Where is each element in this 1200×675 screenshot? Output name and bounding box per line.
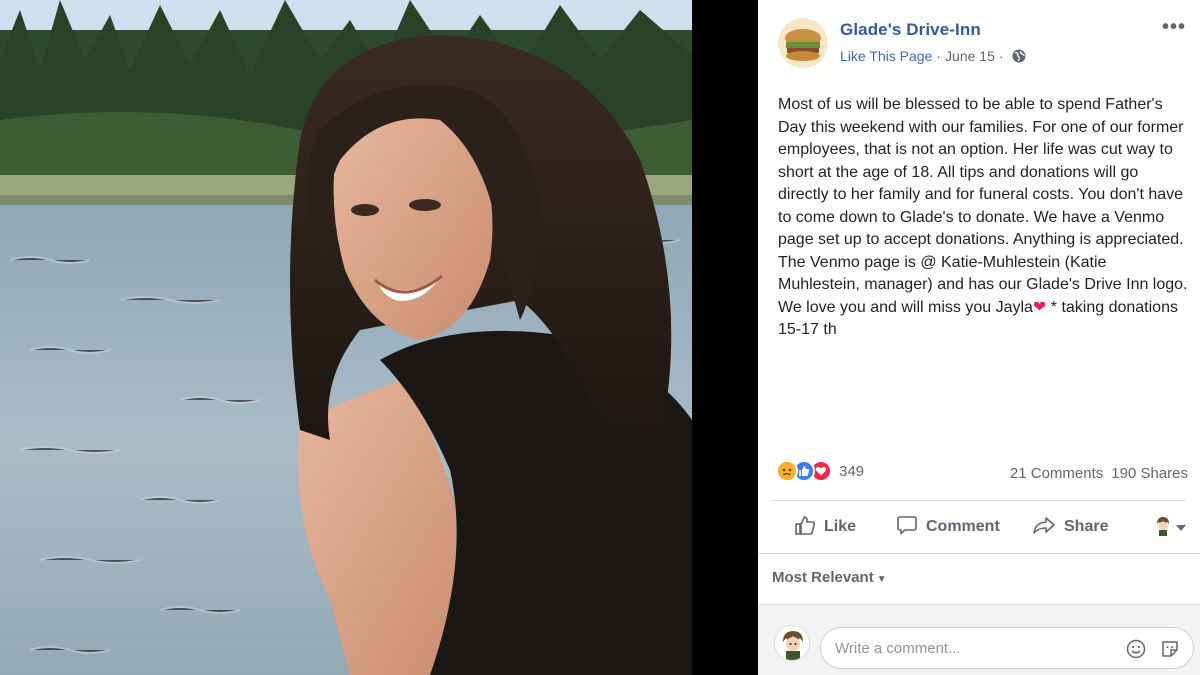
profile-avatar-icon — [1154, 516, 1172, 539]
sort-label: Most Relevant — [772, 569, 874, 586]
share-label: Share — [1064, 518, 1109, 535]
engagement-counts: 21 Comments 190 Shares — [1010, 465, 1188, 482]
post-photo[interactable] — [0, 0, 692, 675]
comment-button[interactable]: Comment — [896, 515, 1000, 540]
action-bar: Like Comment Share — [772, 502, 1186, 552]
divider — [758, 553, 1200, 554]
like-button[interactable]: Like — [794, 515, 856, 540]
comment-sort-dropdown[interactable]: Most Relevant ▼ — [772, 569, 887, 586]
more-options-icon[interactable]: ••• — [1162, 16, 1186, 39]
page-avatar[interactable] — [778, 18, 828, 68]
post-date[interactable]: June 15 — [945, 48, 995, 64]
meta-separator: · — [998, 48, 1004, 64]
comment-bubble-icon — [896, 515, 918, 540]
divider — [772, 500, 1186, 501]
share-button[interactable]: Share — [1032, 515, 1108, 540]
sticker-icon[interactable] — [1160, 639, 1180, 659]
caret-down-icon: ▼ — [876, 574, 887, 585]
comments-count-link[interactable]: 21 Comments — [1010, 465, 1103, 482]
heart-emoji: ❤ — [1032, 298, 1047, 316]
like-label: Like — [824, 518, 857, 535]
globe-icon — [1012, 49, 1026, 63]
page-name-link[interactable]: Glade's Drive-Inn — [840, 20, 981, 40]
like-page-link[interactable]: Like This Page — [840, 48, 932, 64]
comment-composer — [758, 604, 1200, 675]
emoji-icon[interactable] — [1126, 639, 1146, 659]
reaction-count: 349 — [839, 462, 865, 480]
shares-count-link[interactable]: 190 Shares — [1111, 465, 1188, 482]
comment-label: Comment — [926, 518, 1000, 535]
reactions-summary[interactable]: 349 — [776, 460, 864, 482]
post-text-body: Most of us will be blessed to be able to… — [778, 96, 1188, 316]
post-text: Most of us will be blessed to be able to… — [778, 94, 1190, 342]
post-meta: Like This Page · June 15 · — [840, 48, 1026, 64]
user-avatar[interactable] — [774, 625, 810, 661]
photo-gap — [692, 0, 758, 675]
chevron-down-icon — [1176, 520, 1186, 534]
meta-separator: · — [936, 48, 942, 64]
thumbs-up-icon — [794, 515, 816, 540]
reaction-profile-selector[interactable] — [1154, 516, 1186, 539]
post-panel: Glade's Drive-Inn Like This Page · June … — [758, 0, 1200, 675]
share-arrow-icon — [1032, 515, 1056, 540]
sad-reaction-icon — [776, 460, 798, 482]
